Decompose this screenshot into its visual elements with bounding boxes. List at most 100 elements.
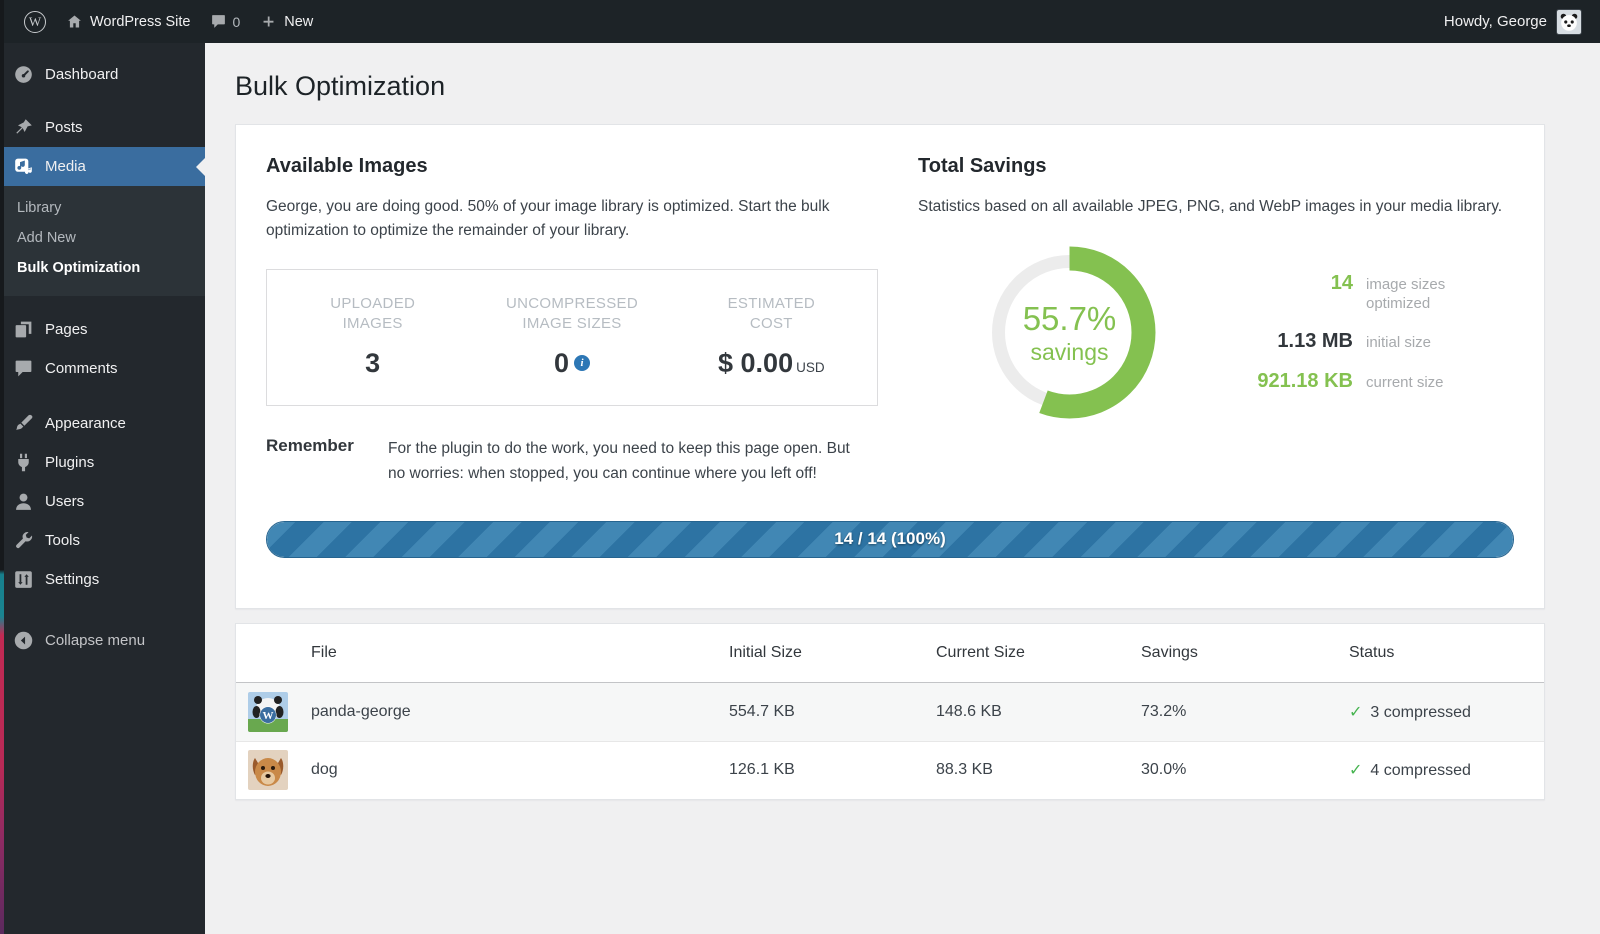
- sidebar-item-label: Dashboard: [45, 66, 118, 83]
- currency-suffix: USD: [796, 360, 825, 375]
- admin-bar: W WordPress Site 0 New Howdy, George: [0, 0, 1600, 43]
- dog-thumbnail: [248, 750, 288, 790]
- header-initial-size: Initial Size: [729, 644, 936, 662]
- stat-image-sizes-optimized: 14 image sizes optimized: [1241, 272, 1486, 314]
- collapse-menu-button[interactable]: Collapse menu: [0, 621, 205, 660]
- cell-initial-size: 126.1 KB: [729, 761, 936, 779]
- available-images-heading: Available Images: [266, 155, 878, 178]
- active-item-arrow: [196, 158, 205, 176]
- dashboard-icon: [13, 64, 34, 85]
- wrench-icon: [13, 530, 34, 551]
- stat-label: ESTIMATED COST: [672, 294, 871, 335]
- sidebar-item-pages[interactable]: Pages: [0, 310, 205, 349]
- sidebar-item-tools[interactable]: Tools: [0, 521, 205, 560]
- check-icon: ✓: [1349, 704, 1362, 721]
- background-window-edge: [0, 0, 4, 934]
- check-icon: ✓: [1349, 762, 1362, 779]
- stat-number: 0: [554, 348, 569, 378]
- bulk-progress: 14 / 14 (100%): [266, 521, 1514, 558]
- table-header-row: File Initial Size Current Size Savings S…: [236, 624, 1544, 683]
- header-current-size: Current Size: [936, 644, 1141, 662]
- sidebar-item-label: Tools: [45, 532, 80, 549]
- sidebar-item-label: Collapse menu: [45, 632, 145, 649]
- comment-bubble-icon: [210, 13, 227, 30]
- stat-initial-size: 1.13 MB initial size: [1241, 330, 1486, 353]
- comments-shortcut[interactable]: 0: [200, 0, 250, 43]
- available-images-description: George, you are doing good. 50% of your …: [266, 195, 878, 243]
- sidebar-item-label: Appearance: [45, 415, 126, 432]
- cell-file: dog: [311, 761, 729, 779]
- stat-value: 3: [273, 348, 472, 379]
- stats-box: UPLOADED IMAGES 3 UNCOMPRESSED IMAGE SIZ…: [266, 269, 878, 406]
- info-icon[interactable]: i: [574, 355, 590, 371]
- results-table: File Initial Size Current Size Savings S…: [235, 623, 1545, 800]
- header-status: Status: [1349, 644, 1544, 662]
- sliders-icon: [13, 569, 34, 590]
- available-images-section: Available Images George, you are doing g…: [266, 155, 878, 487]
- progress-bar-label: 14 / 14 (100%): [267, 522, 1513, 557]
- stat-number: $ 0.00: [718, 348, 793, 378]
- stat-uncompressed-sizes: UNCOMPRESSED IMAGE SIZES 0i: [472, 294, 671, 379]
- pushpin-icon: [13, 117, 34, 138]
- savings-word: savings: [1031, 339, 1109, 366]
- sidebar-item-appearance[interactable]: Appearance: [0, 404, 205, 443]
- plus-icon: [260, 13, 277, 30]
- wordpress-logo-icon: W: [24, 11, 46, 33]
- stat-value: 921.18 KB: [1241, 370, 1353, 393]
- sidebar-item-label: Posts: [45, 119, 83, 136]
- sidebar-item-settings[interactable]: Settings: [0, 560, 205, 599]
- pages-icon: [13, 319, 34, 340]
- site-name: WordPress Site: [90, 14, 190, 30]
- admin-sidebar: Dashboard Posts Media Library Add New Bu…: [0, 43, 205, 934]
- progress-bar-track: 14 / 14 (100%): [266, 521, 1514, 558]
- table-row: dog 126.1 KB 88.3 KB 30.0% ✓4 compressed: [236, 741, 1544, 799]
- sidebar-item-label: Comments: [45, 360, 118, 377]
- collapse-arrow-icon: [13, 630, 34, 651]
- stat-value: 1.13 MB: [1241, 330, 1353, 353]
- howdy-greeting[interactable]: Howdy, George: [1444, 13, 1547, 30]
- stat-current-size: 921.18 KB current size: [1241, 370, 1486, 393]
- remember-label: Remember: [266, 436, 364, 487]
- stat-label: current size: [1366, 374, 1486, 393]
- total-savings-heading: Total Savings: [918, 155, 1514, 178]
- new-content-button[interactable]: New: [250, 0, 323, 43]
- submenu-item-library[interactable]: Library: [0, 193, 205, 223]
- comment-count: 0: [232, 14, 240, 30]
- sidebar-item-dashboard[interactable]: Dashboard: [0, 55, 205, 94]
- sidebar-item-posts[interactable]: Posts: [0, 108, 205, 147]
- stat-uploaded-images: UPLOADED IMAGES 3: [273, 294, 472, 379]
- stat-label: initial size: [1366, 334, 1486, 353]
- sidebar-item-users[interactable]: Users: [0, 482, 205, 521]
- submenu-item-add-new[interactable]: Add New: [0, 223, 205, 253]
- sidebar-item-label: Media: [45, 158, 86, 175]
- total-savings-description: Statistics based on all available JPEG, …: [918, 195, 1514, 219]
- stat-label: UNCOMPRESSED IMAGE SIZES: [472, 294, 671, 335]
- submenu-item-bulk-optimization[interactable]: Bulk Optimization: [0, 253, 205, 283]
- user-icon: [13, 491, 34, 512]
- sidebar-item-comments[interactable]: Comments: [0, 349, 205, 388]
- cell-initial-size: 554.7 KB: [729, 703, 936, 721]
- optimization-panel: Available Images George, you are doing g…: [235, 124, 1545, 609]
- header-savings: Savings: [1141, 644, 1349, 662]
- wordpress-menu-button[interactable]: W: [14, 0, 56, 43]
- sidebar-item-label: Plugins: [45, 454, 94, 471]
- file-thumbnail: [236, 750, 311, 790]
- table-row: W panda-george 554.7 KB 148.6 KB 73.2% ✓…: [236, 683, 1544, 741]
- savings-stats-list: 14 image sizes optimized 1.13 MB initial…: [1241, 272, 1486, 394]
- file-thumbnail: W: [236, 692, 311, 732]
- main-content: Bulk Optimization Available Images Georg…: [205, 0, 1600, 800]
- site-link[interactable]: WordPress Site: [56, 0, 200, 43]
- sidebar-item-media[interactable]: Media: [0, 147, 205, 186]
- cell-status: ✓3 compressed: [1349, 702, 1544, 722]
- sidebar-item-label: Pages: [45, 321, 88, 338]
- cell-file: panda-george: [311, 703, 729, 721]
- user-avatar[interactable]: [1556, 9, 1582, 35]
- remember-note: Remember For the plugin to do the work, …: [266, 436, 878, 487]
- new-label: New: [284, 14, 313, 30]
- total-savings-section: Total Savings Statistics based on all av…: [918, 155, 1514, 487]
- donut-center-label: 55.7% savings: [982, 245, 1157, 420]
- savings-visual: 55.7% savings 14 image sizes optimized 1…: [918, 245, 1514, 420]
- sidebar-item-plugins[interactable]: Plugins: [0, 443, 205, 482]
- stat-label: image sizes optimized: [1366, 276, 1486, 314]
- stat-estimated-cost: ESTIMATED COST $ 0.00USD: [672, 294, 871, 379]
